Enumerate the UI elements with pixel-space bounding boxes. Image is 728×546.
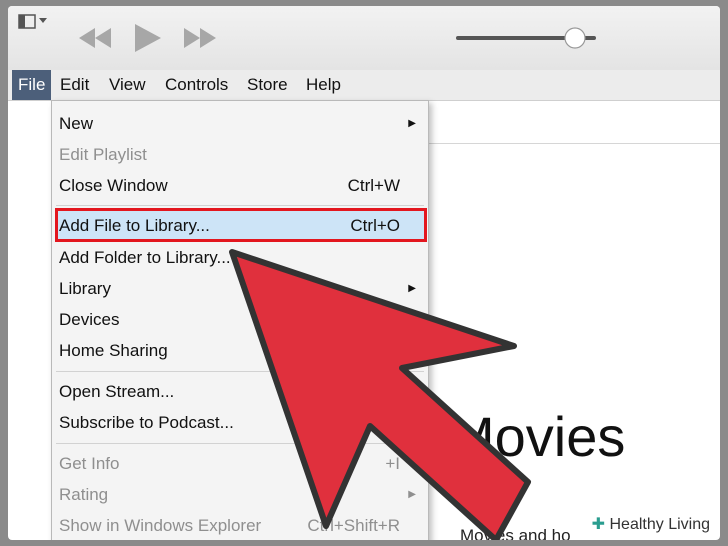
menu-item-get-info: Get Info +I [52,448,428,479]
menu-item-label: Open Stream... [59,382,175,401]
menu-item-shortcut: Ctrl+Shift+R [307,516,400,535]
volume-slider[interactable] [456,27,596,49]
menu-item-label: Subscribe to Podcast... [59,413,234,432]
menu-item-label: Home Sharing [59,341,168,360]
menu-view[interactable]: View [103,70,152,100]
menu-item-shortcut: Ctrl+O [350,216,400,235]
submenu-arrow-icon: ▶ [408,118,416,129]
menu-store[interactable]: Store [241,70,294,100]
toolbar [8,6,720,70]
menu-item-edit-playlist: Edit Playlist [52,139,428,170]
menu-item-shortcut: +I [385,454,400,473]
menu-item-open-stream[interactable]: Open Stream... [52,376,428,407]
menu-item-rating: Rating ▶ [52,479,428,510]
menu-separator [56,371,424,372]
menu-item-add-file[interactable]: Add File to Library... Ctrl+O [52,210,428,241]
content-divider [428,143,720,144]
watermark-text: Healthy Living [609,516,711,533]
submenu-arrow-icon: ▶ [408,489,416,500]
menu-item-label: Edit Playlist [59,145,147,164]
watermark-logo: ✚ Healthy Living [587,512,714,538]
menu-item-label: Get Info [59,454,120,473]
app-window: File Edit View Controls Store Help Movie… [8,6,720,540]
file-menu-dropdown: New ▶ Edit Playlist Close Window Ctrl+W … [51,100,429,540]
menu-item-home-sharing[interactable]: Home Sharing [52,335,428,366]
menu-edit[interactable]: Edit [54,70,95,100]
plus-icon: ✚ [591,516,606,533]
menu-bar: File Edit View Controls Store Help [8,70,720,101]
menu-item-devices[interactable]: Devices [52,304,428,335]
menu-item-label: Library [59,279,111,298]
menu-item-show-in-explorer: Show in Windows Explorer Ctrl+Shift+R [52,510,428,540]
menu-item-label: Show in Windows Explorer [59,516,262,535]
menu-item-label: Add Folder to Library... [59,248,231,267]
volume-knob [564,27,586,49]
menu-item-label: Devices [59,310,120,329]
menu-controls[interactable]: Controls [159,70,234,100]
menu-item-label: Add File to Library... [59,216,210,235]
movies-subtitle: Movies and ho [460,526,571,540]
menu-item-library[interactable]: Library ▶ [52,273,428,304]
movies-heading: Movies [448,405,626,468]
play-icon[interactable] [135,24,161,52]
menu-item-label: Close Window [59,176,168,195]
menu-item-shortcut: Ctrl+W [347,176,400,195]
menu-item-close-window[interactable]: Close Window Ctrl+W [52,170,428,201]
submenu-arrow-icon: ▶ [408,283,416,294]
menu-item-new[interactable]: New ▶ [52,108,428,139]
menu-item-label: New [59,114,94,133]
menu-item-add-folder[interactable]: Add Folder to Library... [52,242,428,273]
menu-item-subscribe-podcast[interactable]: Subscribe to Podcast... [52,407,428,438]
menu-separator [56,443,424,444]
menu-file[interactable]: File [12,70,52,100]
menu-item-label: Rating [59,485,109,504]
sidebar-toggle-icon[interactable] [18,14,47,29]
menu-help[interactable]: Help [300,70,347,100]
rewind-icon[interactable] [79,28,111,48]
fast-forward-icon[interactable] [184,28,216,48]
menu-separator [56,205,424,206]
